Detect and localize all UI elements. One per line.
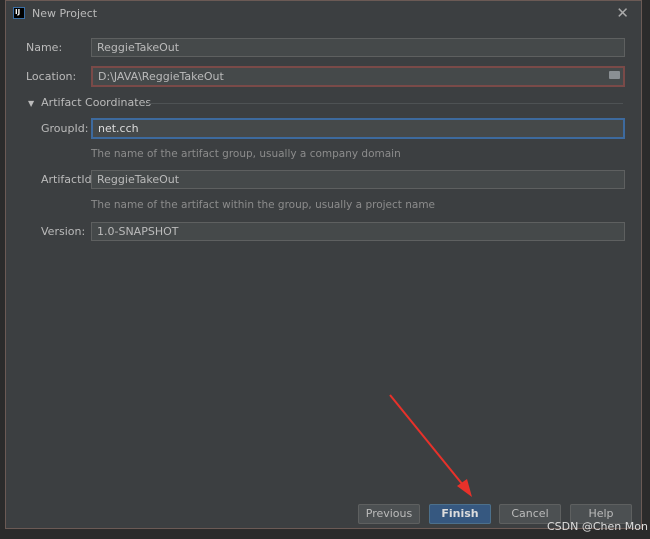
- red-arrow-annotation: [389, 394, 472, 497]
- watermark: CSDN @Chen Mon: [547, 520, 648, 533]
- arrow-shaft: [389, 394, 464, 486]
